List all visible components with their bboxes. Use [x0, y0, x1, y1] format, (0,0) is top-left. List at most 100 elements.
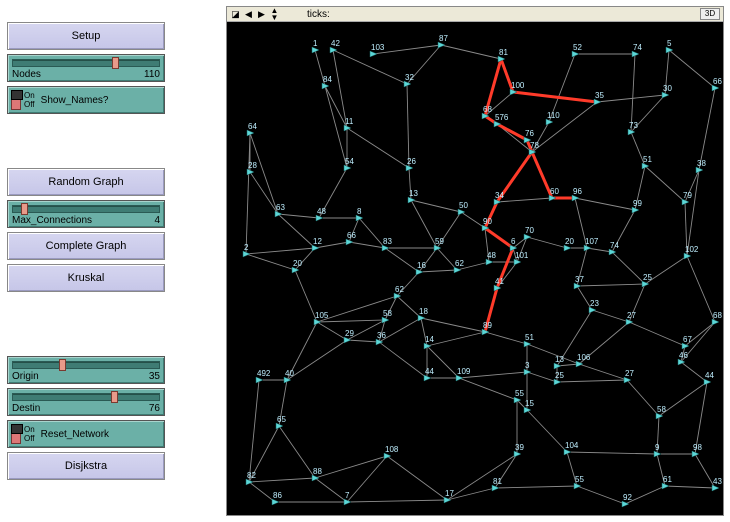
- destin-slider[interactable]: Destin 76: [7, 388, 165, 416]
- slider-label: Destin: [12, 403, 40, 414]
- svg-text:68: 68: [483, 105, 492, 114]
- svg-text:83: 83: [383, 237, 392, 246]
- svg-text:109: 109: [457, 367, 471, 376]
- svg-text:58: 58: [383, 309, 392, 318]
- svg-text:99: 99: [633, 199, 642, 208]
- svg-text:55: 55: [515, 389, 524, 398]
- svg-text:81: 81: [493, 477, 502, 486]
- svg-text:15: 15: [525, 399, 534, 408]
- svg-text:2: 2: [244, 243, 249, 252]
- svg-text:5: 5: [667, 39, 672, 48]
- svg-text:73: 73: [629, 121, 638, 130]
- slider-label: Max_Connections: [12, 215, 92, 226]
- svg-text:9: 9: [655, 443, 660, 452]
- ticks-label: ticks:: [307, 9, 330, 20]
- svg-text:62: 62: [395, 285, 404, 294]
- svg-text:98: 98: [693, 443, 702, 452]
- slider-label: Origin: [12, 371, 39, 382]
- svg-text:87: 87: [439, 34, 448, 43]
- slider-track: [12, 361, 160, 369]
- svg-text:62: 62: [455, 259, 464, 268]
- dijkstra-button[interactable]: Disjkstra: [7, 452, 165, 480]
- svg-text:51: 51: [525, 333, 534, 342]
- svg-text:54: 54: [345, 157, 354, 166]
- svg-text:106: 106: [577, 353, 591, 362]
- svg-text:37: 37: [575, 275, 584, 284]
- svg-text:59: 59: [435, 237, 444, 246]
- svg-text:14: 14: [425, 335, 434, 344]
- switch-label: Show_Names?: [41, 95, 109, 106]
- complete-graph-button[interactable]: Complete Graph: [7, 232, 165, 260]
- svg-text:66: 66: [347, 231, 356, 240]
- svg-text:66: 66: [713, 77, 722, 86]
- svg-text:55: 55: [575, 475, 584, 484]
- svg-text:25: 25: [643, 273, 652, 282]
- svg-text:104: 104: [565, 441, 579, 450]
- svg-text:100: 100: [511, 81, 525, 90]
- setup-button[interactable]: Setup: [7, 22, 165, 50]
- svg-text:52: 52: [573, 43, 582, 52]
- svg-text:88: 88: [313, 467, 322, 476]
- svg-text:32: 32: [405, 73, 414, 82]
- svg-text:40: 40: [285, 369, 294, 378]
- slider-thumb[interactable]: [59, 359, 66, 371]
- svg-text:20: 20: [565, 237, 574, 246]
- max-connections-slider[interactable]: Max_Connections 4: [7, 200, 165, 228]
- slider-track: [12, 393, 160, 401]
- kruskal-button[interactable]: Kruskal: [7, 264, 165, 292]
- svg-text:18: 18: [419, 307, 428, 316]
- origin-slider[interactable]: Origin 35: [7, 356, 165, 384]
- slider-thumb[interactable]: [21, 203, 28, 215]
- svg-text:76: 76: [525, 129, 534, 138]
- svg-text:3: 3: [525, 361, 530, 370]
- svg-text:27: 27: [627, 311, 636, 320]
- updown-icon[interactable]: ▲▼: [269, 9, 280, 20]
- slider-value: 110: [144, 69, 160, 80]
- svg-text:1: 1: [313, 39, 318, 48]
- svg-text:8: 8: [357, 207, 362, 216]
- svg-text:107: 107: [585, 237, 599, 246]
- svg-text:576: 576: [495, 113, 509, 122]
- step-back-icon[interactable]: ◀: [243, 9, 254, 20]
- svg-text:103: 103: [371, 43, 385, 52]
- svg-text:50: 50: [459, 201, 468, 210]
- reset-network-switch[interactable]: OnOff Reset_Network: [7, 420, 165, 448]
- speed-icon[interactable]: ◪: [230, 9, 241, 20]
- svg-text:12: 12: [313, 237, 322, 246]
- step-fwd-icon[interactable]: ▶: [256, 9, 267, 20]
- svg-text:60: 60: [550, 187, 559, 196]
- switch-onoff-labels: OnOff: [24, 91, 35, 109]
- svg-text:67: 67: [683, 335, 692, 344]
- svg-text:30: 30: [663, 84, 672, 93]
- switch-label: Reset_Network: [41, 429, 109, 440]
- slider-label: Nodes: [12, 69, 41, 80]
- slider-thumb[interactable]: [111, 391, 118, 403]
- slider-value: 76: [149, 403, 160, 414]
- svg-text:38: 38: [697, 159, 706, 168]
- slider-track: [12, 205, 160, 213]
- svg-text:63: 63: [276, 203, 285, 212]
- switch-lever[interactable]: [11, 424, 21, 444]
- svg-text:101: 101: [515, 251, 529, 260]
- svg-text:492: 492: [257, 369, 271, 378]
- svg-text:86: 86: [273, 491, 282, 500]
- svg-text:48: 48: [317, 207, 326, 216]
- slider-value: 35: [149, 371, 160, 382]
- 3d-button[interactable]: 3D: [700, 8, 720, 20]
- svg-text:17: 17: [445, 489, 454, 498]
- nodes-slider[interactable]: Nodes 110: [7, 54, 165, 82]
- svg-text:102: 102: [685, 245, 699, 254]
- show-names-switch[interactable]: OnOff Show_Names?: [7, 86, 165, 114]
- random-graph-button[interactable]: Random Graph: [7, 168, 165, 196]
- svg-text:34: 34: [495, 191, 504, 200]
- svg-text:26: 26: [407, 157, 416, 166]
- slider-thumb[interactable]: [112, 57, 119, 69]
- svg-text:51: 51: [643, 155, 652, 164]
- world-canvas[interactable]: 1421038781527458432100353066641168576110…: [227, 22, 723, 515]
- svg-text:96: 96: [573, 187, 582, 196]
- svg-text:58: 58: [657, 405, 666, 414]
- svg-text:27: 27: [625, 369, 634, 378]
- switch-onoff-labels: OnOff: [24, 425, 35, 443]
- switch-lever[interactable]: [11, 90, 21, 110]
- svg-text:13: 13: [409, 189, 418, 198]
